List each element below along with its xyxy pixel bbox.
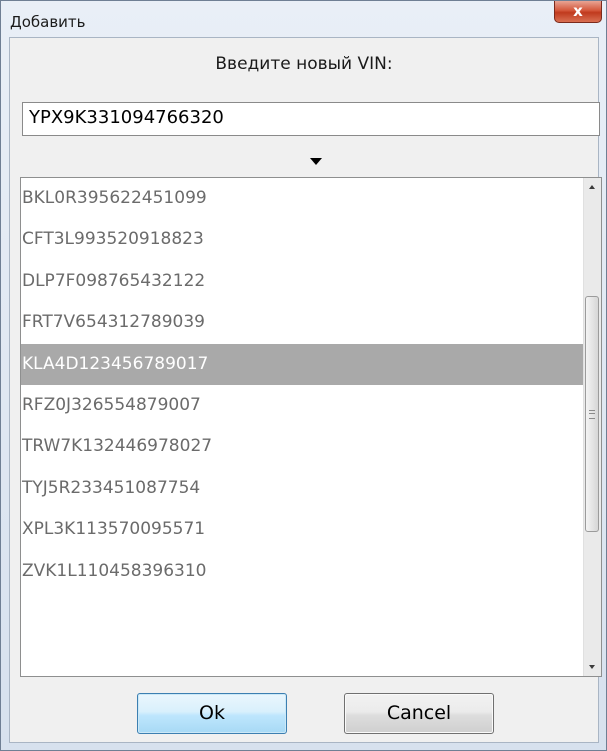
list-item[interactable]: BKL0R395622451099: [21, 178, 584, 219]
cancel-button[interactable]: Cancel: [344, 693, 494, 734]
vin-list[interactable]: BKL0R395622451099 CFT3L993520918823 DLP7F0…: [20, 177, 602, 677]
list-item[interactable]: TRW7K132446978027: [21, 426, 584, 467]
scroll-down-arrow-icon[interactable]: [584, 659, 601, 676]
close-button[interactable]: x: [554, 1, 602, 23]
list-item-selected[interactable]: KLA4D123456789017: [21, 343, 584, 385]
add-vin-dialog: Добавить x Введите новый VIN: YPX9K33109…: [0, 0, 607, 751]
grip-icon: [589, 410, 595, 419]
ok-button[interactable]: Ok: [137, 693, 287, 734]
vin-list-items: BKL0R395622451099 CFT3L993520918823 DLP7F0…: [21, 178, 584, 592]
vertical-scrollbar[interactable]: [583, 178, 601, 676]
close-icon: x: [573, 2, 583, 20]
scroll-up-arrow-icon[interactable]: [584, 178, 601, 195]
list-item[interactable]: RFZ0J326554879007: [21, 385, 584, 426]
title-bar[interactable]: Добавить x: [1, 1, 606, 37]
list-item[interactable]: CFT3L993520918823: [21, 219, 584, 260]
list-item[interactable]: DLP7F098765432122: [21, 261, 584, 302]
caret-down-icon[interactable]: [310, 158, 322, 165]
dialog-body: Введите новый VIN: YPX9K331094766320 BKL…: [9, 37, 602, 743]
list-item[interactable]: TYJ5R233451087754: [21, 468, 584, 509]
scroll-thumb[interactable]: [585, 296, 599, 532]
list-item[interactable]: FRT7V654312789039: [21, 302, 584, 343]
vin-input[interactable]: YPX9K331094766320: [22, 102, 600, 136]
list-item[interactable]: ZVK1L110458396310: [21, 551, 584, 592]
vin-prompt-label: Введите новый VIN:: [215, 54, 393, 74]
list-item[interactable]: XPL3K113570095571: [21, 509, 584, 550]
window-title: Добавить: [10, 13, 86, 31]
